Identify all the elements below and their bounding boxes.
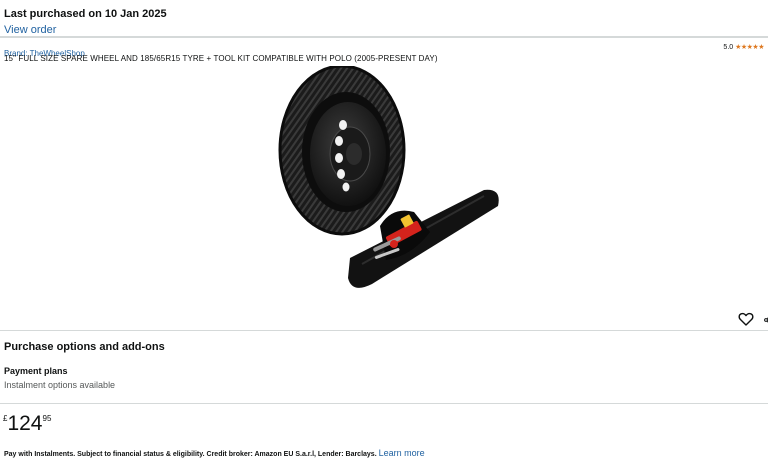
rating-stars: ★★★★★ — [735, 44, 764, 51]
price-symbol: £ — [3, 414, 8, 423]
learn-more-link[interactable]: Learn more — [379, 448, 425, 458]
price-whole: 124 — [7, 412, 43, 435]
price-fraction: 95 — [42, 414, 52, 423]
rating[interactable]: 5.0 ★★★★★ — [723, 43, 764, 51]
section-divider — [0, 330, 768, 331]
section-divider — [0, 403, 768, 404]
instalments-text: Pay with Instalments. Subject to financi… — [4, 451, 377, 458]
product-image[interactable] — [262, 66, 512, 298]
last-purchased-banner: Last purchased on 10 Jan 2025 View order — [0, 0, 768, 38]
view-order-link[interactable]: View order — [4, 24, 56, 37]
rating-value: 5.0 — [723, 44, 734, 51]
instalments-notice: Pay with Instalments. Subject to financi… — [4, 448, 425, 458]
share-icon[interactable] — [764, 314, 768, 326]
instalment-options-text: Instalment options available — [4, 380, 116, 390]
payment-plans-heading: Payment plans — [4, 366, 68, 376]
spare-wheel-graphic — [278, 66, 406, 236]
last-purchased-text: Last purchased on 10 Jan 2025 — [4, 8, 167, 20]
purchase-options-heading: Purchase options and add-ons — [4, 341, 165, 353]
price: £12495 — [3, 411, 51, 437]
product-title: 15" FULL SIZE SPARE WHEEL AND 185/65R15 … — [4, 54, 438, 63]
heart-icon[interactable] — [738, 311, 754, 327]
